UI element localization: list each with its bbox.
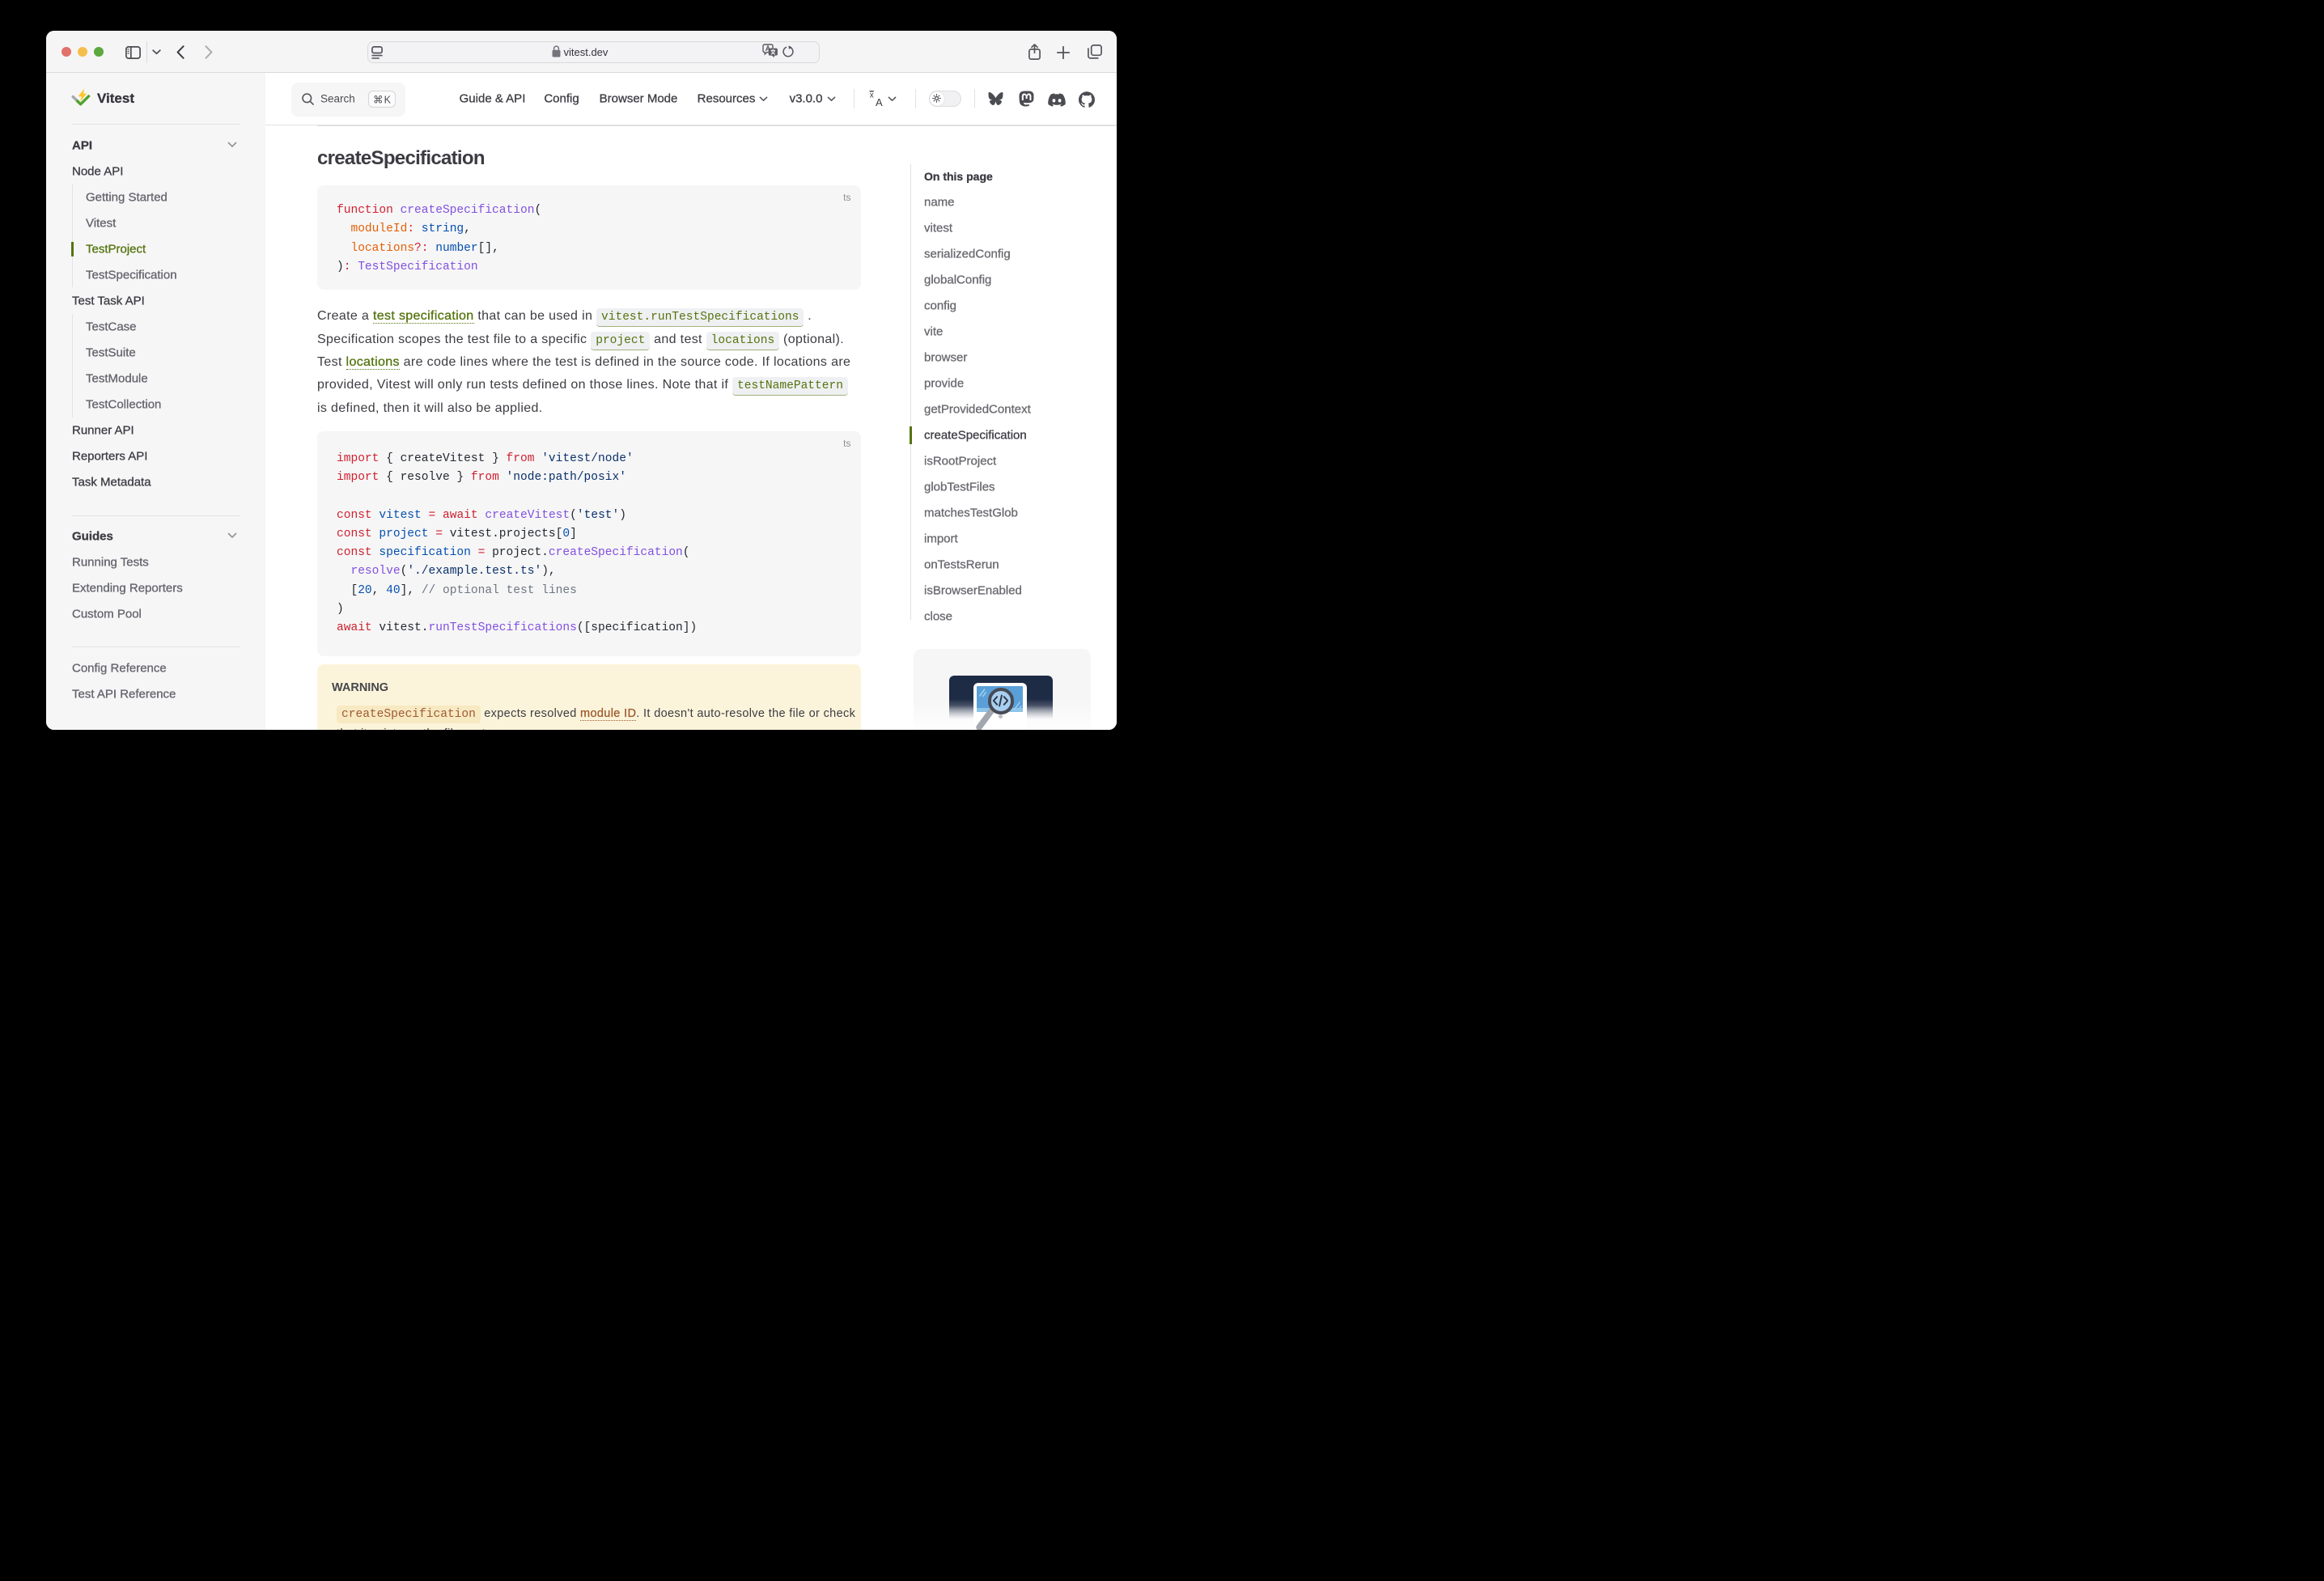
svg-text:x: x	[869, 91, 873, 100]
svg-text:A: A	[875, 96, 882, 108]
